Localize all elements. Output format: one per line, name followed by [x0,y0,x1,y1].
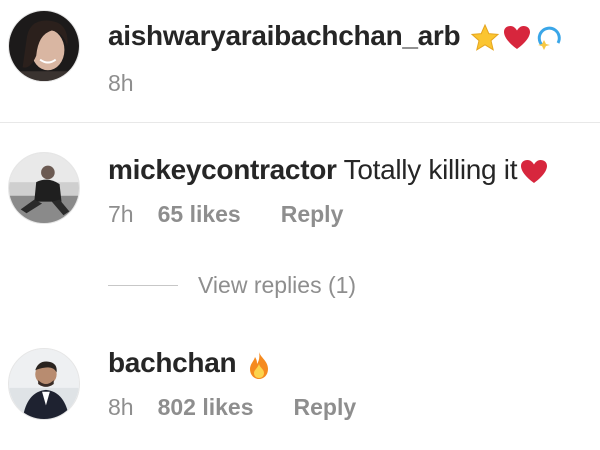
comment-text-line: mickeycontractor Totally killing it [108,153,549,187]
comment-text: Totally killing it [343,154,518,185]
view-replies-line [108,285,178,286]
comment-mickeycontractor: mickeycontractor Totally killing it 7h 65… [0,140,600,250]
comment-bachchan: bachchan 8h 802 likes Reply [0,330,600,440]
username[interactable]: bachchan [108,347,237,378]
view-replies-button[interactable]: View replies (1) [108,272,356,302]
comment-aishwaryaraibachchan-arb: aishwaryaraibachchan_arb 8h [0,0,600,120]
reply-button[interactable]: Reply [281,201,344,228]
comment-timestamp: 8h [108,394,134,420]
reply-button[interactable]: Reply [294,394,357,421]
username[interactable]: mickeycontractor [108,154,337,185]
likes-count[interactable]: 65 likes [158,201,241,228]
red-heart-emoji-icon [502,23,532,53]
likes-count[interactable]: 802 likes [158,394,254,421]
comment-text-line: aishwaryaraibachchan_arb [108,19,564,53]
comment-text-line: bachchan [108,346,272,380]
red-heart-emoji-icon [519,157,549,187]
avatar[interactable] [8,152,80,224]
dizzy-emoji-icon [534,23,564,53]
comment-timestamp: 8h [108,70,134,96]
star-emoji-icon [470,23,500,53]
view-replies-label: View replies (1) [198,272,357,298]
comment-meta: 7h 65 likes Reply [108,201,343,228]
fire-emoji-icon [246,350,272,380]
comment-meta: 8h [108,70,158,97]
comment-timestamp: 7h [108,201,134,227]
comment-meta: 8h 802 likes Reply [108,394,356,421]
divider [0,122,600,123]
avatar[interactable] [8,10,80,82]
avatar[interactable] [8,348,80,420]
username[interactable]: aishwaryaraibachchan_arb [108,20,461,51]
